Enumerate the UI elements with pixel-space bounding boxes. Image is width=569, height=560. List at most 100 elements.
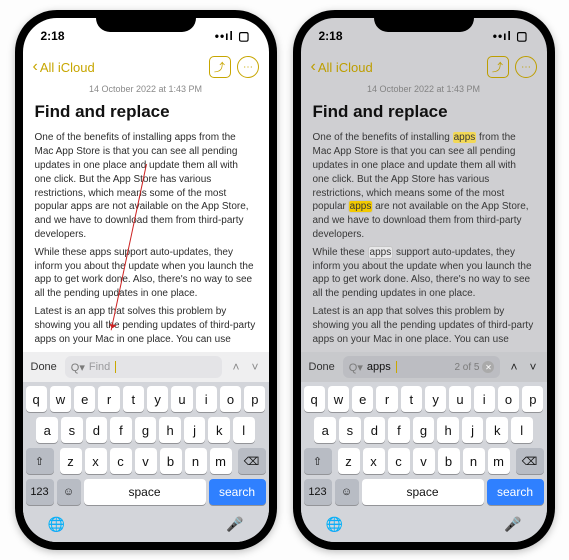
key-q[interactable]: q [304,386,325,412]
key-r[interactable]: r [98,386,119,412]
key-l[interactable]: l [511,417,533,443]
key-h[interactable]: h [159,417,181,443]
key-p[interactable]: p [522,386,543,412]
key-v[interactable]: v [413,448,435,474]
key-f[interactable]: f [110,417,132,443]
search-key[interactable]: search [209,479,266,505]
key-x[interactable]: x [85,448,107,474]
space-key[interactable]: space [362,479,484,505]
key-a[interactable]: a [314,417,336,443]
key-u[interactable]: u [171,386,192,412]
key-e[interactable]: e [74,386,95,412]
key-d[interactable]: d [364,417,386,443]
more-icon[interactable]: ⋯ [237,56,259,78]
key-j[interactable]: j [184,417,206,443]
key-d[interactable]: d [86,417,108,443]
key-k[interactable]: k [208,417,230,443]
key-i[interactable]: i [196,386,217,412]
done-button[interactable]: Done [31,361,57,373]
key-o[interactable]: o [220,386,241,412]
key-n[interactable]: n [463,448,485,474]
emoji-key[interactable]: ☺ [335,479,359,505]
key-c[interactable]: c [388,448,410,474]
key-i[interactable]: i [474,386,495,412]
key-g[interactable]: g [413,417,435,443]
key-u[interactable]: u [449,386,470,412]
key-c[interactable]: c [110,448,132,474]
key-g[interactable]: g [135,417,157,443]
key-y[interactable]: y [425,386,446,412]
search-icon: Q▾ [71,361,85,374]
key-h[interactable]: h [437,417,459,443]
find-next-button[interactable]: ˅ [249,360,260,374]
note-para-2: While these apps support auto-updates, t… [35,246,257,301]
key-n[interactable]: n [185,448,207,474]
match-1: apps [453,132,477,143]
key-q[interactable]: q [26,386,47,412]
note-timestamp: 14 October 2022 at 1:43 PM [23,84,269,94]
backspace-key[interactable]: ⌫ [238,448,266,474]
note-para-3: Latest is an app that solves this proble… [35,305,257,346]
key-t[interactable]: t [401,386,422,412]
find-input[interactable]: Q▾ Find [65,356,223,378]
key-y[interactable]: y [147,386,168,412]
key-l[interactable]: l [233,417,255,443]
key-x[interactable]: x [363,448,385,474]
key-b[interactable]: b [160,448,182,474]
key-r[interactable]: r [376,386,397,412]
share-icon[interactable]: ⤴ [209,56,231,78]
key-s[interactable]: s [339,417,361,443]
search-key[interactable]: search [487,479,544,505]
nav-bar: ‹ All iCloud ⤴ ⋯ [301,52,547,82]
note-body[interactable]: Find and replace One of the benefits of … [23,94,269,352]
key-m[interactable]: m [210,448,232,474]
back-button[interactable]: ‹ All iCloud [311,60,373,75]
globe-icon[interactable]: 🌐 [48,516,65,533]
key-b[interactable]: b [438,448,460,474]
note-title: Find and replace [313,100,535,123]
text-caret [396,361,397,373]
key-t[interactable]: t [123,386,144,412]
backspace-key[interactable]: ⌫ [516,448,544,474]
numbers-key[interactable]: 123 [26,479,54,505]
clear-icon[interactable]: ✕ [482,361,494,373]
key-z[interactable]: z [338,448,360,474]
done-button[interactable]: Done [309,361,335,373]
phone-right: 2:18 ••ıl ▢ ‹ All iCloud ⤴ ⋯ 14 October … [293,10,555,550]
key-w[interactable]: w [328,386,349,412]
find-prev-button[interactable]: ˄ [508,360,519,374]
key-p[interactable]: p [244,386,265,412]
text-caret [115,361,116,373]
key-s[interactable]: s [61,417,83,443]
key-w[interactable]: w [50,386,71,412]
key-a[interactable]: a [36,417,58,443]
keyboard-bottom-bar: 🌐 🎤 [26,510,266,538]
globe-icon[interactable]: 🌐 [326,516,343,533]
key-e[interactable]: e [352,386,373,412]
shift-key[interactable]: ⇧ [26,448,54,474]
key-f[interactable]: f [388,417,410,443]
keyboard: qwertyuiop asdfghjkl ⇧ zxcvbnm ⌫ 123 ☺ s… [23,382,269,542]
find-next-button[interactable]: ˅ [527,360,538,374]
notch [96,10,196,32]
note-body[interactable]: Find and replace One of the benefits of … [301,94,547,352]
key-z[interactable]: z [60,448,82,474]
space-key[interactable]: space [84,479,206,505]
key-m[interactable]: m [488,448,510,474]
find-input[interactable]: Q▾ apps 2 of 5 ✕ [343,356,501,378]
mic-icon[interactable]: 🎤 [226,516,243,533]
key-o[interactable]: o [498,386,519,412]
mic-icon[interactable]: 🎤 [504,516,521,533]
key-k[interactable]: k [486,417,508,443]
search-icon: Q▾ [349,361,363,374]
more-icon[interactable]: ⋯ [515,56,537,78]
note-para-1: One of the benefits of installing apps f… [313,131,535,241]
find-prev-button[interactable]: ˄ [230,360,241,374]
shift-key[interactable]: ⇧ [304,448,332,474]
emoji-key[interactable]: ☺ [57,479,81,505]
key-j[interactable]: j [462,417,484,443]
numbers-key[interactable]: 123 [304,479,332,505]
back-button[interactable]: ‹ All iCloud [33,60,95,75]
key-v[interactable]: v [135,448,157,474]
share-icon[interactable]: ⤴ [487,56,509,78]
